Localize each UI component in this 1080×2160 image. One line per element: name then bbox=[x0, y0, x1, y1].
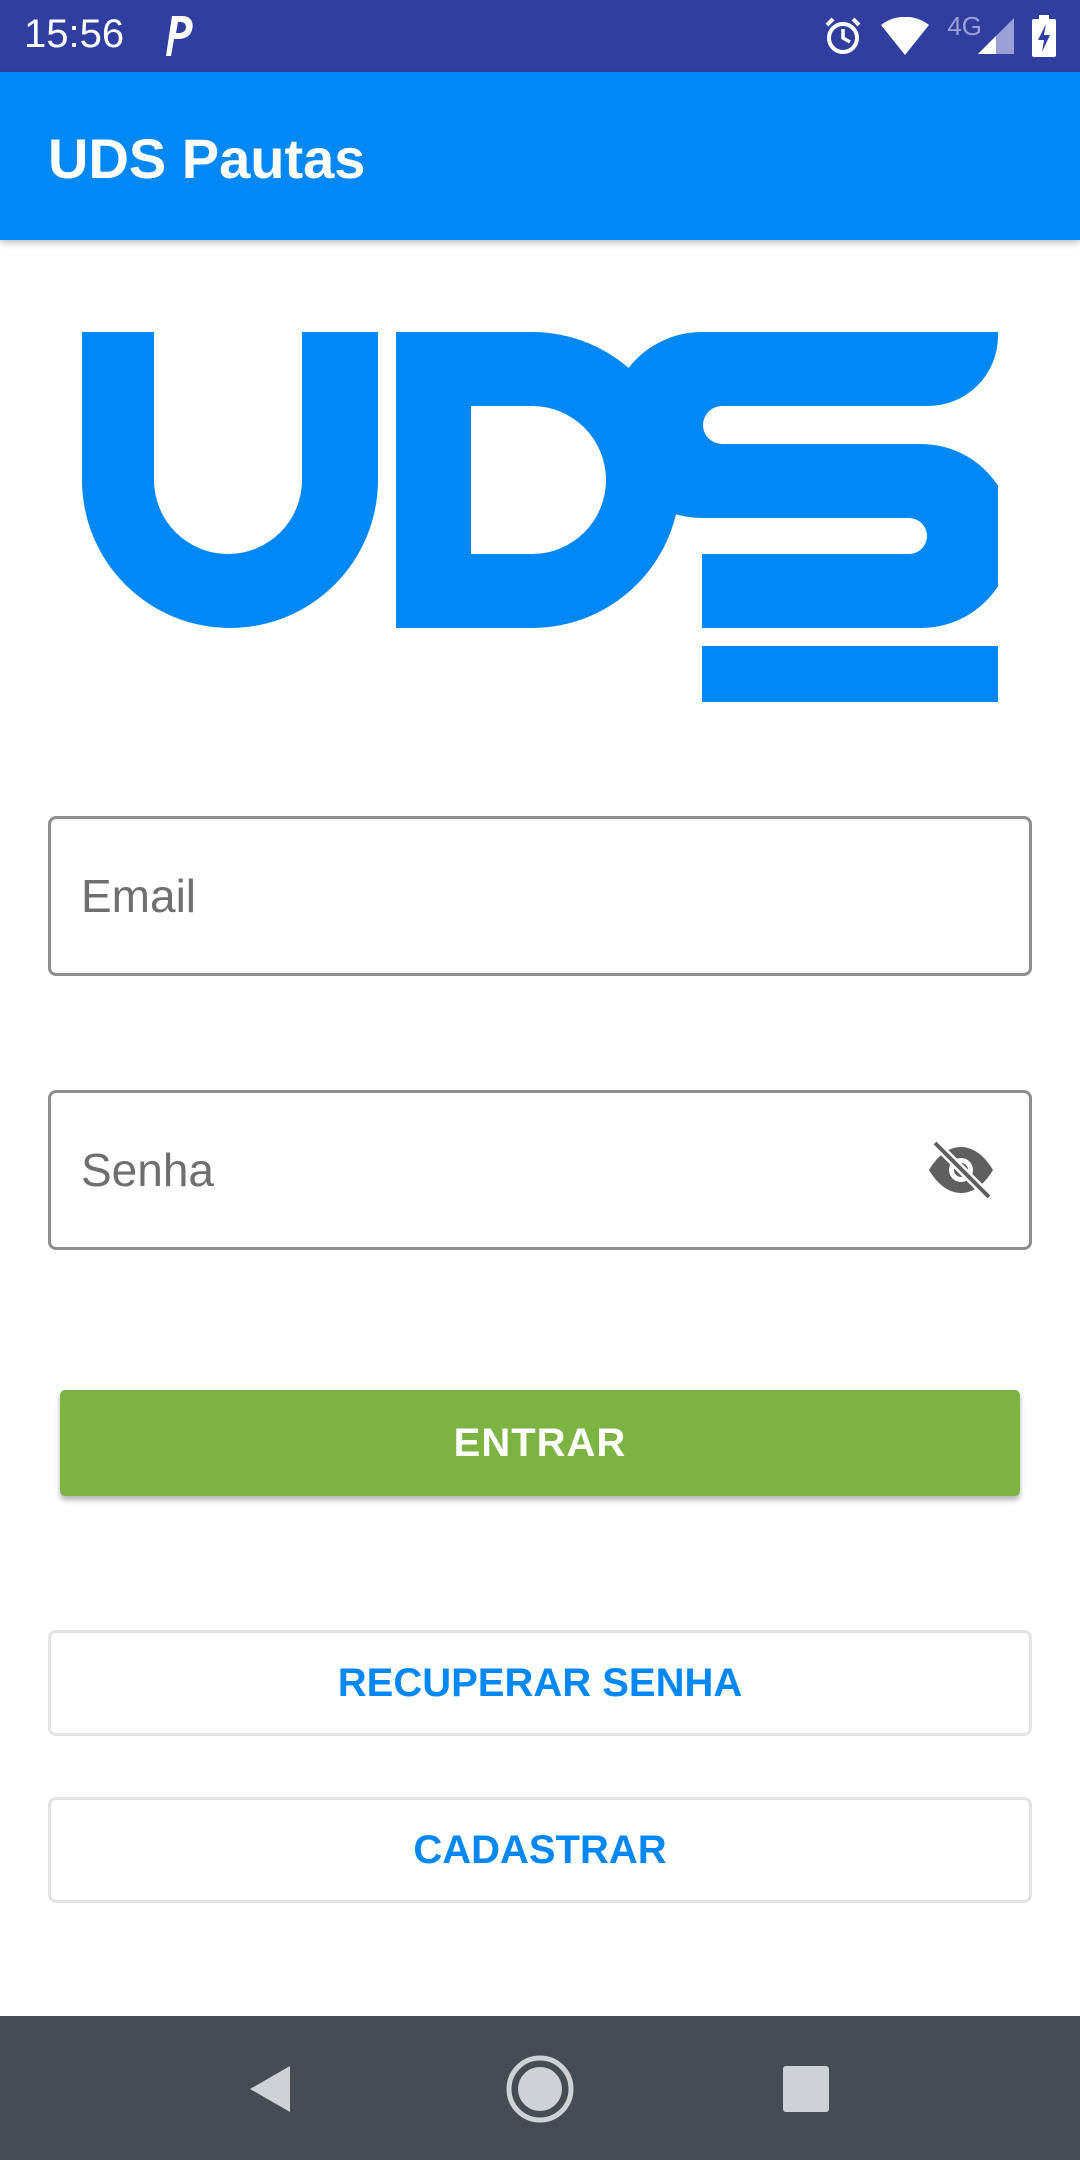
back-triangle-icon[interactable] bbox=[238, 2054, 308, 2124]
app-bar: UDS Pautas bbox=[0, 72, 1080, 240]
status-time: 15:56 bbox=[24, 12, 125, 56]
battery-charging-icon bbox=[1032, 15, 1056, 57]
recover-password-button[interactable]: RECUPERAR SENHA bbox=[48, 1630, 1032, 1736]
alarm-icon bbox=[825, 17, 861, 54]
eye-off-icon[interactable] bbox=[927, 1139, 995, 1201]
status-icons: 4G bbox=[823, 10, 1056, 60]
uds-logo bbox=[82, 332, 998, 702]
app-title: UDS Pautas bbox=[48, 127, 366, 190]
email-input[interactable] bbox=[81, 819, 941, 973]
network-type-label: 4G bbox=[947, 10, 982, 41]
cell-signal-icon bbox=[978, 18, 1014, 54]
email-field[interactable] bbox=[48, 816, 1032, 976]
register-button[interactable]: CADASTRAR bbox=[48, 1797, 1032, 1903]
system-nav-bar bbox=[0, 2016, 1080, 2160]
login-button[interactable]: ENTRAR bbox=[60, 1390, 1020, 1496]
home-circle-icon[interactable] bbox=[505, 2054, 575, 2124]
password-input[interactable] bbox=[81, 1093, 941, 1247]
parking-p-icon bbox=[166, 16, 193, 56]
wifi-icon bbox=[881, 17, 930, 55]
recents-square-icon[interactable] bbox=[771, 2054, 841, 2124]
status-bar: 15:56 4G bbox=[0, 0, 1080, 72]
password-field[interactable] bbox=[48, 1090, 1032, 1250]
